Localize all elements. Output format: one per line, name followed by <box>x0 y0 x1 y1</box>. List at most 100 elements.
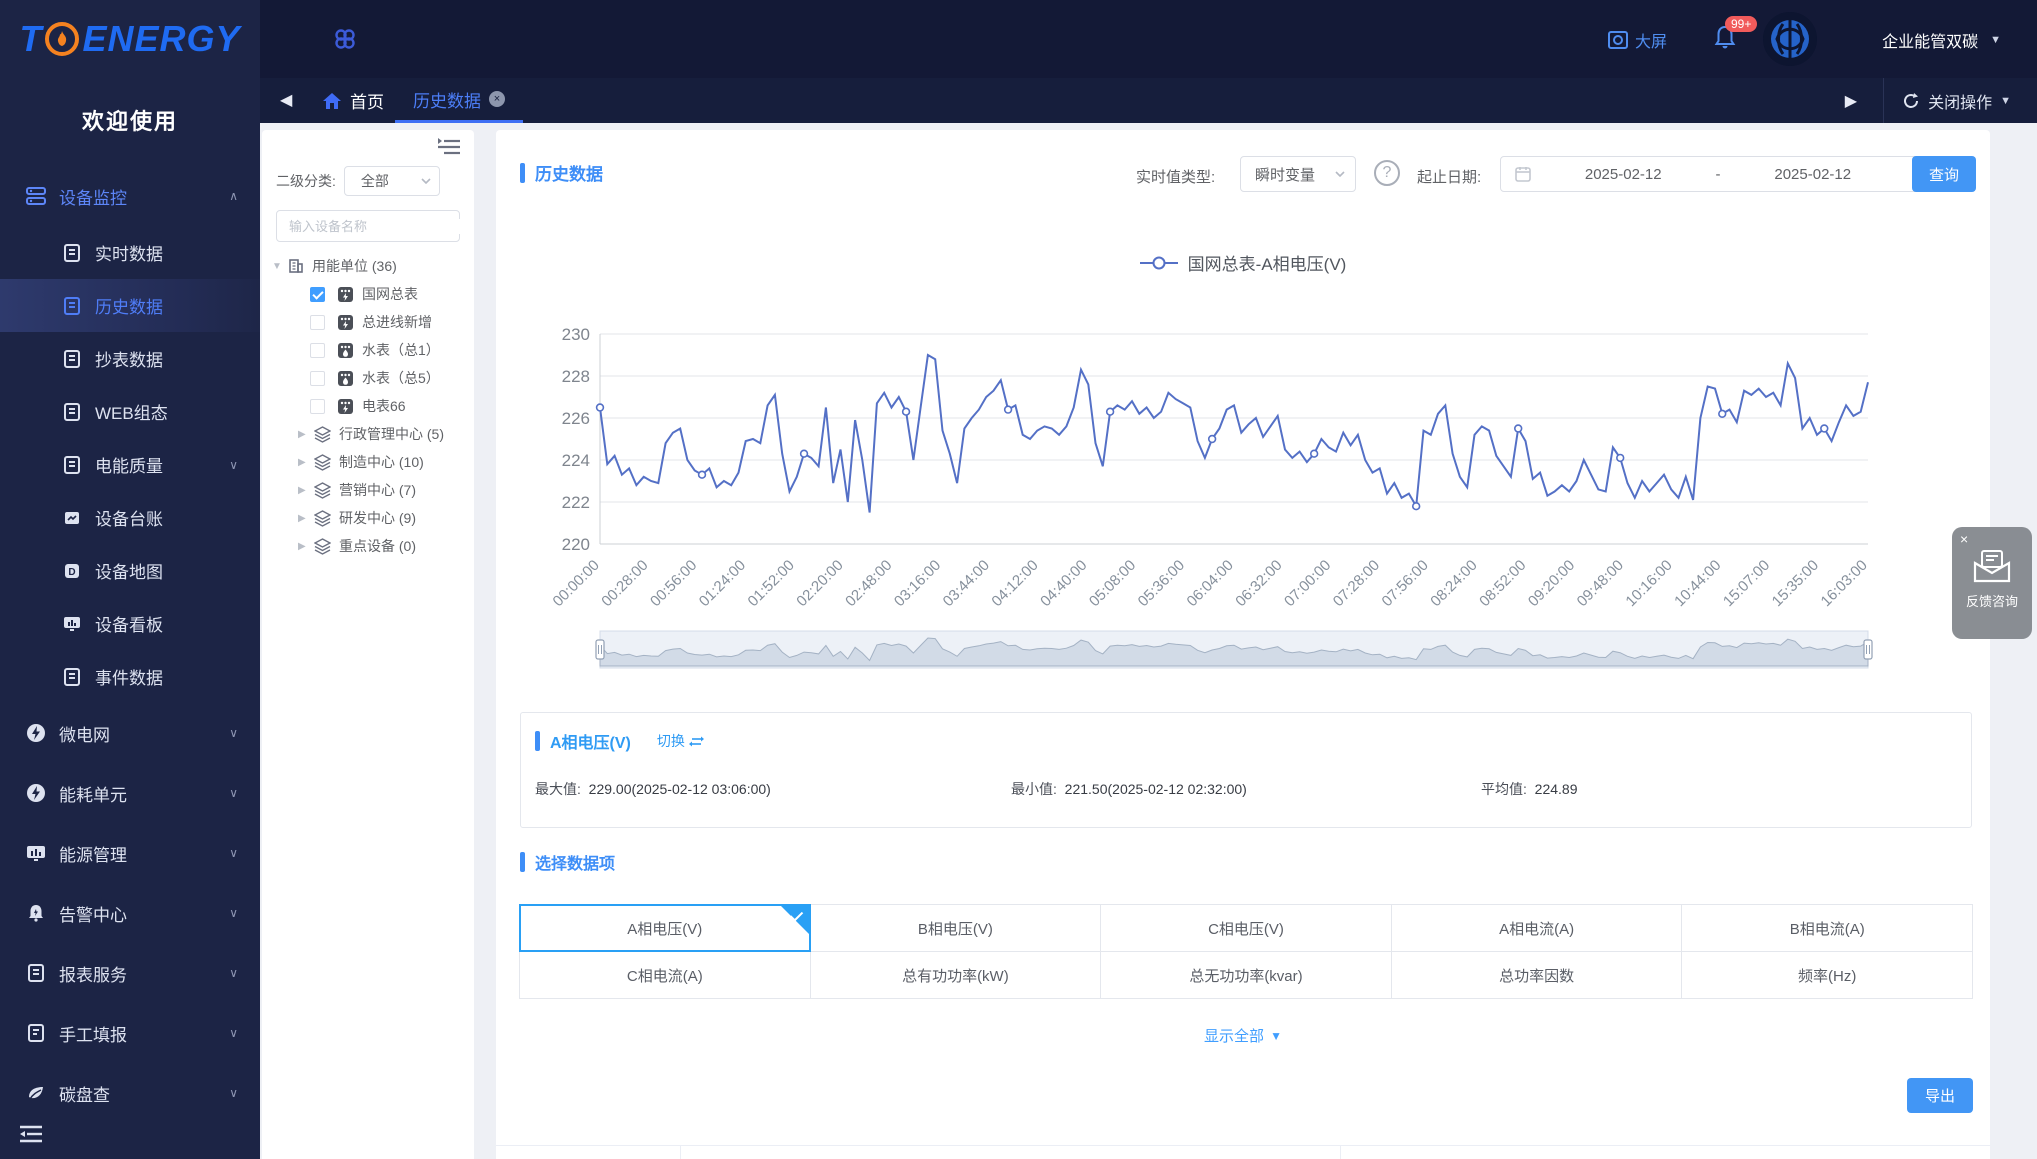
flame-icon <box>45 22 79 56</box>
sidebar-item-report-service[interactable]: 报表服务 ∨ <box>0 943 260 1003</box>
sidebar-item-label: 事件数据 <box>95 664 163 689</box>
checkbox-checked[interactable] <box>310 287 325 302</box>
sidebar-item-label: 告警中心 <box>59 901 127 926</box>
device-tree: ▼ 用能单位 (36) 国网总表 总进线新增 水表（总1） <box>262 252 474 1159</box>
sidebar-item-label: 历史数据 <box>95 293 163 318</box>
data-item-cell[interactable]: B相电流(A) <box>1681 904 1973 952</box>
tree-root-row[interactable]: ▼ 用能单位 (36) <box>262 252 474 280</box>
svg-text:02:20:00: 02:20:00 <box>793 557 846 610</box>
chevron-up-icon: ∧ <box>229 189 238 203</box>
data-item-cell[interactable]: C相电流(A) <box>519 951 811 999</box>
checkbox-unchecked[interactable] <box>310 371 325 386</box>
tab-close-icon[interactable]: × <box>489 91 505 107</box>
logo-text-right: ENERGY <box>82 18 240 60</box>
sidebar-item-device-ledger[interactable]: 设备台账 <box>0 491 260 544</box>
help-icon[interactable]: ? <box>1374 160 1400 186</box>
select-value: 全部 <box>361 171 389 191</box>
realtime-type-select[interactable]: 瞬时变量 <box>1240 156 1356 192</box>
notification-badge: 99+ <box>1725 16 1757 32</box>
device-search-input[interactable] <box>277 219 469 234</box>
close-operations-button[interactable]: 关闭操作 ▼ <box>1883 78 2037 123</box>
sidebar-item-carbon-audit[interactable]: 碳盘查 ∨ <box>0 1063 260 1123</box>
sidebar-item-label: 手工填报 <box>59 1021 127 1046</box>
apps-icon[interactable] <box>332 26 358 52</box>
tab-scroll-right-icon[interactable]: ▶ <box>1845 91 1857 111</box>
form-icon <box>26 1023 46 1043</box>
big-screen-button[interactable]: 大屏 <box>1607 28 1667 52</box>
sidebar-item-label: 能耗单元 <box>59 781 127 806</box>
sidebar-item-device-monitoring[interactable]: 设备监控 ∧ <box>0 166 260 226</box>
date-range-picker[interactable]: 2025-02-12 - 2025-02-12 <box>1500 156 1920 192</box>
sidebar-item-realtime-data[interactable]: 实时数据 <box>0 226 260 279</box>
datazoom-handle-right[interactable] <box>1864 640 1872 659</box>
sidebar-item-meter-reading[interactable]: 抄表数据 <box>0 332 260 385</box>
device-tree-panel: 二级分类: 全部 ▼ 用能单位 (36) 国网总表 <box>262 130 474 1159</box>
svg-text:07:56:00: 07:56:00 <box>1379 557 1432 610</box>
legend-marker <box>1140 256 1178 270</box>
date-end-value[interactable]: 2025-02-12 <box>1721 166 1906 183</box>
chevron-down-icon: ∨ <box>229 1086 238 1100</box>
query-button[interactable]: 查询 <box>1912 156 1976 192</box>
tree-group-row[interactable]: ▶ 重点设备 (0) <box>262 532 474 560</box>
data-item-cell-selected[interactable]: A相电压(V) <box>519 904 811 952</box>
export-button[interactable]: 导出 <box>1907 1078 1973 1113</box>
tab-home-label: 首页 <box>350 88 384 113</box>
checkbox-unchecked[interactable] <box>310 315 325 330</box>
sidebar-item-device-map[interactable]: D 设备地图 <box>0 544 260 597</box>
date-start-value[interactable]: 2025-02-12 <box>1531 166 1716 183</box>
data-item-cell[interactable]: 总功率因数 <box>1391 951 1683 999</box>
checkbox-unchecked[interactable] <box>310 399 325 414</box>
tree-group-row[interactable]: ▶ 制造中心 (10) <box>262 448 474 476</box>
data-item-cell[interactable]: 总无功功率(kvar) <box>1100 951 1392 999</box>
svg-text:04:40:00: 04:40:00 <box>1037 557 1090 610</box>
data-item-cell[interactable]: 频率(Hz) <box>1681 951 1973 999</box>
title-bar-accent <box>520 852 525 872</box>
panel-collapse-icon[interactable] <box>438 138 460 156</box>
svg-text:00:56:00: 00:56:00 <box>647 557 700 610</box>
data-item-cell[interactable]: B相电压(V) <box>810 904 1102 952</box>
sidebar-item-energy-unit[interactable]: 能耗单元 ∨ <box>0 763 260 823</box>
sidebar-item-history-data[interactable]: 历史数据 <box>0 279 260 332</box>
stats-box: A相电压(V) 切换 最大值: 229.00(2025-02-12 03:06:… <box>520 712 1972 828</box>
sidebar-collapse-icon[interactable] <box>18 1123 44 1145</box>
tree-group-row[interactable]: ▶ 研发中心 (9) <box>262 504 474 532</box>
tree-device-row[interactable]: 电表66 <box>262 392 474 420</box>
tree-device-row[interactable]: 水表（总1） <box>262 336 474 364</box>
feedback-close-icon[interactable]: × <box>1960 531 1968 547</box>
chart-legend[interactable]: 国网总表-A相电压(V) <box>496 250 1990 275</box>
tree-device-row[interactable]: 水表（总5） <box>262 364 474 392</box>
chevron-down-icon: ∨ <box>229 966 238 980</box>
data-item-cell[interactable]: A相电流(A) <box>1391 904 1683 952</box>
sidebar-item-manual-fill[interactable]: 手工填报 ∨ <box>0 1003 260 1063</box>
sidebar-item-power-quality[interactable]: 电能质量 ∨ <box>0 438 260 491</box>
sidebar-item-device-board[interactable]: 设备看板 <box>0 597 260 650</box>
tab-history-data[interactable]: 历史数据 × <box>395 78 523 123</box>
top-header: 大屏 99+ 企业能管双碳 ▼ <box>260 0 2037 78</box>
sidebar-item-label: WEB组态 <box>95 399 168 424</box>
data-item-cell[interactable]: C相电压(V) <box>1100 904 1392 952</box>
dashboard-icon <box>62 614 82 634</box>
sidebar-item-microgrid[interactable]: 微电网 ∨ <box>0 703 260 763</box>
org-switcher[interactable]: 企业能管双碳 ▼ <box>1882 28 2001 52</box>
avatar[interactable] <box>1763 12 1817 66</box>
sidebar-item-energy-mgmt[interactable]: 能源管理 ∨ <box>0 823 260 883</box>
switch-param-link[interactable]: 切换 <box>657 731 704 751</box>
big-screen-label: 大屏 <box>1635 28 1667 52</box>
stat-avg: 平均值: 224.89 <box>1481 779 1578 799</box>
show-all-link[interactable]: 显示全部 ▼ <box>496 1025 1990 1046</box>
checkbox-unchecked[interactable] <box>310 343 325 358</box>
secondary-class-select[interactable]: 全部 <box>344 166 440 196</box>
data-item-cell[interactable]: 总有功功率(kW) <box>810 951 1102 999</box>
sidebar-item-web-config[interactable]: WEB组态 <box>0 385 260 438</box>
tab-home[interactable]: 首页 <box>308 78 398 123</box>
tab-scroll-left-icon[interactable]: ◀ <box>280 90 292 110</box>
datazoom-handle-left[interactable] <box>596 640 604 659</box>
feedback-widget[interactable]: × 反馈咨询 <box>1952 527 2032 639</box>
tree-group-row[interactable]: ▶ 营销中心 (7) <box>262 476 474 504</box>
tree-device-row[interactable]: 国网总表 <box>262 280 474 308</box>
sidebar-item-alarm-center[interactable]: 告警中心 ∨ <box>0 883 260 943</box>
tree-group-row[interactable]: ▶ 行政管理中心 (5) <box>262 420 474 448</box>
sidebar-item-event-data[interactable]: 事件数据 <box>0 650 260 703</box>
tree-device-row[interactable]: 总进线新增 <box>262 308 474 336</box>
notification-bell[interactable]: 99+ <box>1713 24 1737 57</box>
